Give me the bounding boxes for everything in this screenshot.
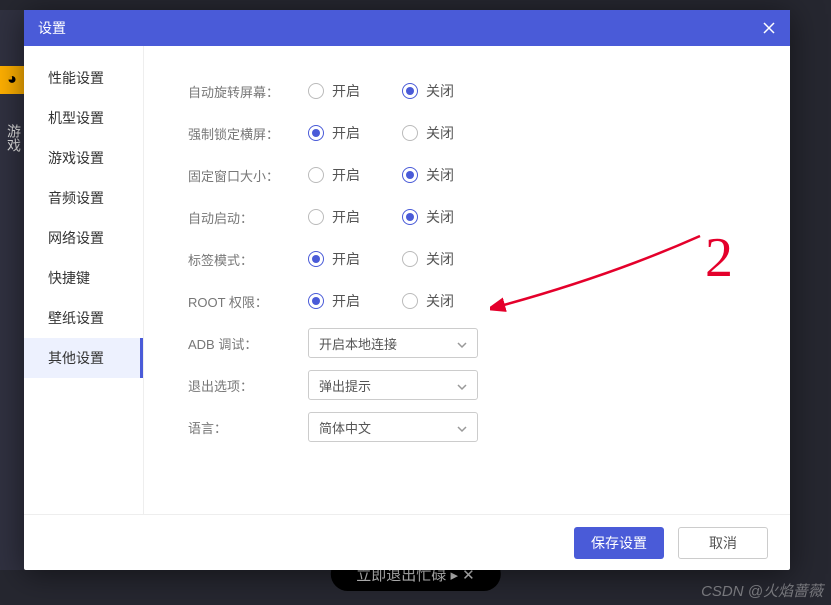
close-icon[interactable]: [762, 21, 776, 35]
row-label: 语言：: [188, 418, 308, 437]
row-force-landscape: 强制锁定横屏： 开启 关闭: [188, 112, 750, 154]
radio-tab-mode-off[interactable]: 关闭: [402, 249, 454, 269]
row-label: 自动启动：: [188, 208, 308, 227]
radio-force-landscape-on[interactable]: 开启: [308, 123, 360, 143]
radio-root-on[interactable]: 开启: [308, 291, 360, 311]
select-exit[interactable]: 弹出提示: [308, 370, 478, 400]
sidebar-item-game[interactable]: 游戏设置: [24, 138, 143, 178]
radio-root-off[interactable]: 关闭: [402, 291, 454, 311]
row-adb: ADB 调试： 开启本地连接: [188, 322, 750, 364]
row-label: 标签模式：: [188, 250, 308, 269]
left-strip-text: 游戏: [0, 124, 24, 152]
radio-fixed-window-off[interactable]: 关闭: [402, 165, 454, 185]
sidebar-item-audio[interactable]: 音频设置: [24, 178, 143, 218]
app-left-strip: ◕ 游戏: [0, 10, 24, 570]
radio-tab-mode-on[interactable]: 开启: [308, 249, 360, 269]
row-lang: 语言： 简体中文: [188, 406, 750, 448]
row-label: 自动旋转屏幕：: [188, 82, 308, 101]
sidebar-item-other[interactable]: 其他设置: [24, 338, 143, 378]
app-logo-icon: ◕: [0, 66, 24, 94]
radio-auto-start-off[interactable]: 关闭: [402, 207, 454, 227]
settings-panel: 自动旋转屏幕： 开启 关闭 强制锁定横屏： 开启 关闭 固定窗口大小： 开启 关…: [144, 46, 790, 514]
sidebar-item-wallpaper[interactable]: 壁纸设置: [24, 298, 143, 338]
row-root: ROOT 权限： 开启 关闭: [188, 280, 750, 322]
row-label: 退出选项：: [188, 376, 308, 395]
sidebar: 性能设置 机型设置 游戏设置 音频设置 网络设置 快捷键 壁纸设置 其他设置: [24, 46, 144, 514]
row-label: 固定窗口大小：: [188, 166, 308, 185]
chevron-down-icon: [457, 422, 467, 432]
row-fixed-window: 固定窗口大小： 开启 关闭: [188, 154, 750, 196]
radio-auto-start-on[interactable]: 开启: [308, 207, 360, 227]
chevron-down-icon: [457, 338, 467, 348]
titlebar: 设置: [24, 10, 790, 46]
save-button[interactable]: 保存设置: [574, 527, 664, 559]
radio-auto-rotate-on[interactable]: 开启: [308, 81, 360, 101]
chevron-down-icon: [457, 380, 467, 390]
row-label: ADB 调试：: [188, 334, 308, 353]
select-lang[interactable]: 简体中文: [308, 412, 478, 442]
row-label: ROOT 权限：: [188, 292, 308, 311]
dialog-footer: 保存设置 取消: [24, 514, 790, 570]
sidebar-item-network[interactable]: 网络设置: [24, 218, 143, 258]
sidebar-item-performance[interactable]: 性能设置: [24, 58, 143, 98]
sidebar-item-shortcut[interactable]: 快捷键: [24, 258, 143, 298]
row-tab-mode: 标签模式： 开启 关闭: [188, 238, 750, 280]
radio-fixed-window-on[interactable]: 开启: [308, 165, 360, 185]
row-exit: 退出选项： 弹出提示: [188, 364, 750, 406]
cancel-button[interactable]: 取消: [678, 527, 768, 559]
radio-auto-rotate-off[interactable]: 关闭: [402, 81, 454, 101]
dialog-title: 设置: [38, 18, 66, 38]
radio-force-landscape-off[interactable]: 关闭: [402, 123, 454, 143]
watermark: CSDN @火焰蔷薇: [701, 580, 823, 601]
sidebar-item-model[interactable]: 机型设置: [24, 98, 143, 138]
row-auto-start: 自动启动： 开启 关闭: [188, 196, 750, 238]
row-auto-rotate: 自动旋转屏幕： 开启 关闭: [188, 70, 750, 112]
row-label: 强制锁定横屏：: [188, 124, 308, 143]
select-adb[interactable]: 开启本地连接: [308, 328, 478, 358]
settings-dialog: 设置 性能设置 机型设置 游戏设置 音频设置 网络设置 快捷键 壁纸设置 其他设…: [24, 10, 790, 570]
